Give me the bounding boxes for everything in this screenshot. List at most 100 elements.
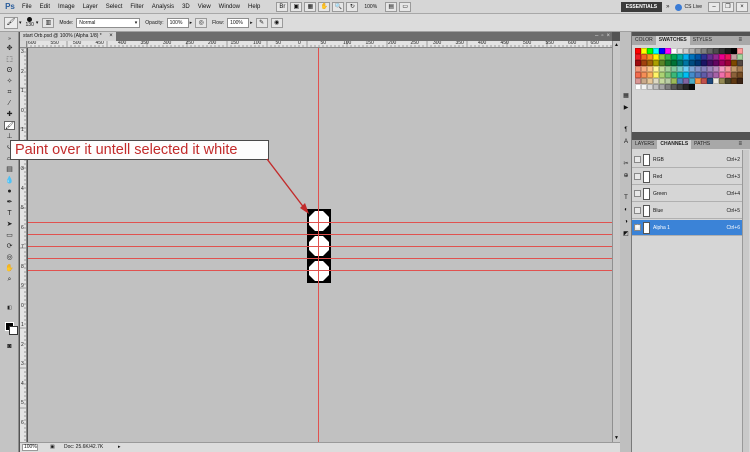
workspace-switcher[interactable]: ESSENTIALS	[620, 2, 663, 12]
panel-menu-icon[interactable]: ≡	[738, 36, 742, 45]
tab-paths[interactable]: PATHS	[691, 140, 713, 149]
quick-select-tool-icon[interactable]: ✧	[4, 77, 15, 86]
brush-panel-icon[interactable]: ▥	[42, 17, 55, 28]
menu-view[interactable]: View	[194, 0, 215, 14]
menu-3d[interactable]: 3D	[178, 0, 194, 14]
zoom-tool-icon[interactable]: ⌕	[4, 275, 15, 284]
cs-live-button[interactable]: CS Live	[675, 3, 702, 11]
menu-edit[interactable]: Edit	[36, 0, 54, 14]
canvas-vertical-scrollbar[interactable]: ▲ ▼	[612, 41, 620, 442]
color-swatch[interactable]	[737, 78, 743, 84]
masks-panel-icon[interactable]: ◐	[622, 206, 630, 215]
visibility-eye-icon[interactable]	[634, 173, 641, 180]
minibridge-icon[interactable]: ▣	[290, 1, 303, 12]
zoom-field[interactable]: 100%	[22, 444, 38, 451]
channel-row-green[interactable]: Green Ctrl+4	[632, 186, 742, 202]
move-tool-icon[interactable]: ✥	[4, 44, 15, 53]
default-colors-icon[interactable]: ◧	[4, 304, 15, 313]
menu-file[interactable]: File	[18, 0, 36, 14]
type-tool-icon[interactable]: T	[4, 209, 15, 218]
channel-row-rgb[interactable]: RGB Ctrl+2	[632, 152, 742, 168]
tab-layers[interactable]: LAYERS	[632, 140, 657, 149]
toolbar-collapse-icon[interactable]: »	[4, 35, 15, 44]
menu-layer[interactable]: Layer	[79, 0, 102, 14]
3d-rotate-tool-icon[interactable]: ⟳	[4, 242, 15, 251]
opacity-field[interactable]: 100%	[166, 17, 189, 28]
document-canvas[interactable]	[28, 48, 612, 442]
tab-color[interactable]: COLOR	[632, 36, 656, 45]
vertical-ruler[interactable]: 32101234567890123456	[20, 48, 27, 442]
crop-tool-icon[interactable]: ⌗	[4, 88, 15, 97]
adjustments-panel-icon[interactable]: ◑	[622, 218, 630, 227]
menu-analysis[interactable]: Analysis	[148, 0, 178, 14]
eyedropper-tool-icon[interactable]: ⁄	[4, 99, 15, 108]
scroll-down-icon[interactable]: ▼	[614, 435, 619, 441]
brush-tool-icon[interactable]: 🖌	[4, 121, 15, 130]
opacity-chevron-icon[interactable]: ▸	[190, 20, 193, 26]
flow-chevron-icon[interactable]: ▸	[250, 20, 253, 26]
ruler-origin[interactable]	[20, 41, 27, 48]
brush-size-chevron-icon[interactable]: ▾	[36, 20, 39, 26]
background-color-swatch[interactable]	[9, 326, 18, 335]
pen-tool-icon[interactable]: ✒	[4, 198, 15, 207]
3d-orbit-tool-icon[interactable]: ◎	[4, 253, 15, 262]
actions-panel-icon[interactable]: ▶	[622, 104, 630, 113]
zoom-tool-icon[interactable]: 🔍	[332, 1, 345, 12]
status-expand-icon[interactable]: ▸	[118, 443, 121, 452]
close-document-icon[interactable]: ×	[109, 32, 113, 41]
blur-tool-icon[interactable]: 💧	[4, 176, 15, 185]
view-extras-icon[interactable]: ▦	[304, 1, 317, 12]
pressure-size-icon[interactable]: ◉	[270, 17, 283, 28]
restore-icon[interactable]: ❐	[722, 2, 734, 12]
menu-select[interactable]: Select	[102, 0, 127, 14]
menu-filter[interactable]: Filter	[126, 0, 147, 14]
visibility-eye-icon[interactable]	[634, 207, 641, 214]
healing-brush-tool-icon[interactable]: ✚	[4, 110, 15, 119]
visibility-eye-icon[interactable]	[634, 156, 641, 163]
quick-mask-icon[interactable]: ◙	[4, 342, 15, 351]
document-tab[interactable]: start Orb.psd @ 100% (Alpha 1/8) * ×	[20, 32, 116, 41]
preset-chevron-icon[interactable]: ▾	[19, 20, 22, 26]
tool-presets-icon[interactable]: T	[622, 194, 630, 203]
3d-panel-icon[interactable]: ◩	[622, 230, 630, 239]
zoom-level-menu[interactable]: 100%	[364, 4, 377, 10]
doc-restore-icon[interactable]: ▫	[601, 32, 603, 41]
tab-channels[interactable]: CHANNELS	[657, 140, 692, 149]
visibility-eye-icon[interactable]: ◉	[634, 224, 641, 231]
doc-close-icon[interactable]: ×	[606, 32, 610, 41]
mode-select[interactable]: Normal ▾	[76, 17, 141, 28]
brush-presets-icon[interactable]: ✂	[622, 160, 630, 169]
clone-source-icon[interactable]: ⊕	[622, 172, 630, 181]
brush-size-picker[interactable]: 130	[26, 17, 34, 28]
airbrush-icon[interactable]: ✎	[255, 17, 268, 28]
shape-tool-icon[interactable]: ▭	[4, 231, 15, 240]
scroll-up-icon[interactable]: ▲	[614, 42, 619, 48]
menu-image[interactable]: Image	[54, 0, 79, 14]
pressure-opacity-icon[interactable]: ◎	[195, 17, 208, 28]
close-icon[interactable]: ×	[736, 2, 748, 12]
channels-menu-icon[interactable]: ≡	[738, 140, 742, 149]
marquee-tool-icon[interactable]: ⬚	[4, 55, 15, 64]
menu-window[interactable]: Window	[215, 0, 244, 14]
lasso-tool-icon[interactable]: ʘ	[4, 66, 15, 75]
hand-tool-icon[interactable]: ✋	[4, 264, 15, 273]
color-swatch[interactable]	[689, 84, 695, 90]
arrange-docs-icon[interactable]: ▤	[385, 1, 398, 12]
character-panel-icon[interactable]: A	[622, 138, 630, 147]
status-menu-icon[interactable]: ▣	[50, 443, 55, 452]
screen-mode-icon[interactable]: ▭	[399, 1, 412, 12]
channel-row-blue[interactable]: Blue Ctrl+5	[632, 203, 742, 219]
workspace-chevron-icon[interactable]: »	[666, 4, 669, 10]
channel-row-red[interactable]: Red Ctrl+3	[632, 169, 742, 185]
bridge-icon[interactable]: Br	[276, 1, 289, 12]
horizontal-ruler[interactable]: 600 550 500 450 400 350 300 250 200 150 100 50 0 50 10…	[27, 41, 612, 48]
flow-field[interactable]: 100%	[227, 17, 250, 28]
rotate-view-icon[interactable]: ↻	[346, 1, 359, 12]
hand-tool-icon[interactable]: ✋	[318, 1, 331, 12]
visibility-eye-icon[interactable]	[634, 190, 641, 197]
tab-swatches[interactable]: SWATCHES	[655, 36, 690, 45]
channel-row-alpha-1[interactable]: ◉ Alpha 1 Ctrl+6	[632, 220, 742, 236]
menu-help[interactable]: Help	[244, 0, 264, 14]
brush-tool-preset-icon[interactable]: 🖌	[4, 16, 18, 29]
gradient-tool-icon[interactable]: ▤	[4, 165, 15, 174]
